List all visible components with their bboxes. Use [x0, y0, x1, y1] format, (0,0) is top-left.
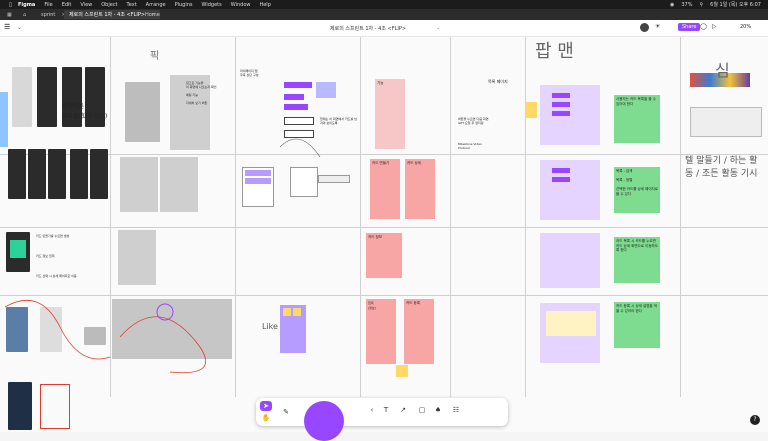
cursor-tool-icon[interactable]: ➤	[260, 401, 272, 411]
hand-tool-icon[interactable]: ✋	[260, 413, 272, 423]
shape-tool-icon[interactable]	[304, 401, 344, 441]
figjam-toolbar: ☰ ⌄ 제로의 스프린트 1차 - 4조 <FLIP> ⌄ ☀ Share ◯ …	[0, 20, 768, 37]
figma-tab-bar: ▦ ⌂ sprint × 제로의 스프린트 1차 - 4조 <FLIP> × H…	[0, 9, 768, 20]
main-menu-icon[interactable]: ☰	[4, 23, 10, 31]
wifi-icon[interactable]: ◉	[670, 2, 674, 8]
pencil-tool-icon[interactable]: ✎	[280, 400, 292, 424]
menu-app-name[interactable]: Figma	[18, 2, 35, 8]
headphones-icon[interactable]: ☀	[655, 23, 660, 30]
menu-view[interactable]: View	[80, 2, 92, 8]
stamp-tool-icon[interactable]: ♠	[432, 404, 444, 416]
menu-text[interactable]: Text	[127, 2, 137, 8]
menu-help[interactable]: Help	[259, 2, 270, 8]
tab-home[interactable]: Home	[140, 10, 165, 19]
section-tool-icon[interactable]: ▢	[416, 404, 428, 416]
battery-percent[interactable]: 37%	[681, 2, 692, 8]
tab-label: 제로의 스프린트 1차 - 4조 <FLIP>	[69, 12, 146, 18]
widget-tool-icon[interactable]: ☷	[450, 404, 462, 416]
text-tool-icon[interactable]: T	[380, 404, 392, 416]
figjam-canvas[interactable]: 생성버튼 이슈들(핫한 카드) 카드 만들기를 누르면 생성 카드 정보 입력 …	[0, 37, 768, 432]
apple-icon[interactable]: 	[9, 2, 12, 8]
clock[interactable]: 6월 1일 (목) 오후 6:07	[710, 1, 761, 8]
menu-plugins[interactable]: Plugins	[175, 2, 193, 8]
chevron-down-icon[interactable]: ⌄	[436, 25, 440, 31]
avatar[interactable]	[640, 23, 649, 32]
status-area: ◉ 37% ⚲ 6월 1일 (목) 오후 6:07	[670, 1, 768, 9]
menu-window[interactable]: Window	[231, 2, 251, 8]
tab-label: Home	[145, 11, 160, 18]
menu-edit[interactable]: Edit	[62, 2, 72, 8]
red-annotations	[4, 138, 321, 374]
share-button[interactable]: Share	[678, 23, 701, 31]
connector-tool-icon[interactable]: ↗	[396, 404, 410, 416]
home-icon[interactable]: ⌂	[18, 10, 31, 19]
menu-file[interactable]: File	[44, 2, 52, 8]
help-icon[interactable]: ?	[750, 415, 760, 425]
chevron-down-icon[interactable]: ⌄	[17, 24, 22, 31]
present-icon[interactable]: ▷	[712, 23, 717, 30]
menu-object[interactable]: Object	[101, 2, 117, 8]
menu-arrange[interactable]: Arrange	[146, 2, 166, 8]
search-icon[interactable]: ⚲	[699, 2, 703, 8]
chevron-icon[interactable]: ‹	[366, 404, 378, 416]
bottom-toolbar: ➤ ✋ ✎ ‹ T ↗ ▢ ♠ ☷	[256, 398, 508, 441]
figma-menu-icon[interactable]: ▦	[2, 10, 17, 19]
zoom-level[interactable]: 20%	[740, 24, 751, 30]
tab-label: sprint	[41, 11, 56, 18]
macos-menu-bar:  Figma File Edit View Object Text Arran…	[0, 0, 768, 9]
menu-widgets[interactable]: Widgets	[202, 2, 222, 8]
chat-icon[interactable]: ◯	[700, 23, 707, 30]
file-title[interactable]: 제로의 스프린트 1차 - 4조 <FLIP>	[330, 25, 406, 32]
